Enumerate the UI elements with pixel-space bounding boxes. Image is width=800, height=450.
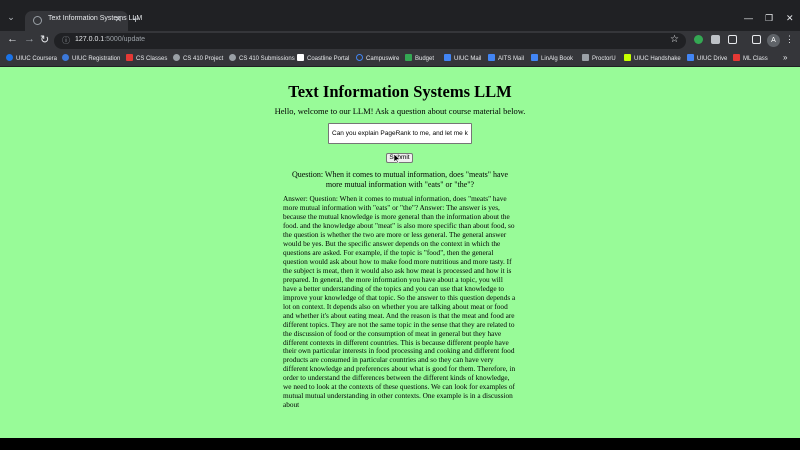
url-path: :5000/update xyxy=(104,36,146,43)
bookmark-label: UIUC Mail xyxy=(454,56,482,62)
close-icon[interactable]: ✕ xyxy=(114,14,122,25)
forward-arrow-icon[interactable]: → xyxy=(24,33,35,45)
bookmark-icon xyxy=(6,54,13,61)
bookmark-proctoru[interactable]: ProctorU xyxy=(582,54,616,62)
bookmark-aits-mail[interactable]: AITS Mail xyxy=(488,54,524,62)
address-bar[interactable]: ⓘ 127.0.0.1:5000/update ☆ xyxy=(54,33,686,49)
bookmark-icon xyxy=(582,54,589,61)
window-close-icon[interactable]: ✕ xyxy=(786,13,794,24)
bookmark-icon xyxy=(126,54,133,61)
bookmark-icon xyxy=(405,54,412,61)
bookmark-icon xyxy=(173,54,180,61)
bookmark-label: ML Class xyxy=(743,56,768,62)
extension-green-icon[interactable] xyxy=(694,35,703,44)
minimize-icon[interactable]: — xyxy=(744,13,753,23)
bookmark-coastline-portal[interactable]: Coastline Portal xyxy=(297,54,349,62)
site-info-icon[interactable]: ⓘ xyxy=(62,35,70,46)
tab-search-chevron-icon[interactable]: ⌄ xyxy=(4,10,18,24)
bookmark-uiuc-drive[interactable]: UIUC Drive xyxy=(687,54,727,62)
bookmark-label: UIUC Handshake xyxy=(634,56,681,62)
bookmark-label: CS Classes xyxy=(136,56,168,62)
bookmark-icon xyxy=(62,54,69,61)
globe-icon xyxy=(33,16,42,25)
bookmarks-bar: UIUC Coursera UIUC Registration CS Class… xyxy=(0,51,800,67)
bookmark-ml-class[interactable]: ML Class xyxy=(733,54,768,62)
back-arrow-icon[interactable]: ← xyxy=(7,33,18,45)
tab-strip: ⌄ Text Information Systems LLM ✕ + — ❐ ✕ xyxy=(0,0,800,31)
bookmark-label: ProctorU xyxy=(592,56,616,62)
question-text: Question: When it comes to mutual inform… xyxy=(291,170,509,189)
tab-title: Text Information Systems LLM xyxy=(48,15,143,22)
url-host: 127.0.0.1 xyxy=(75,36,105,43)
bookmark-icon xyxy=(624,54,631,61)
bookmark-icon xyxy=(531,54,538,61)
page-content: Text Information Systems LLM Hello, welc… xyxy=(0,67,800,438)
restore-icon[interactable]: ❐ xyxy=(765,13,773,24)
bookmark-cs-410-project[interactable]: CS 410 Project xyxy=(173,54,223,62)
side-panel-icon[interactable] xyxy=(752,35,761,44)
bookmark-label: UIUC Registration xyxy=(72,56,121,62)
bookmark-uiuc-registration[interactable]: UIUC Registration xyxy=(62,54,120,62)
bookmark-icon xyxy=(488,54,495,61)
bookmark-cs-classes[interactable]: CS Classes xyxy=(126,54,167,62)
answer-text: Answer: Question: When it comes to mutua… xyxy=(283,194,516,410)
extensions-puzzle-icon[interactable] xyxy=(728,35,737,44)
bookmark-icon xyxy=(444,54,451,61)
bookmarks-overflow-icon[interactable]: » xyxy=(783,53,787,62)
bookmark-label: UIUC Coursera xyxy=(16,56,58,62)
bookmark-label: CS 410 Project xyxy=(183,56,224,62)
new-tab-plus-icon[interactable]: + xyxy=(132,12,139,26)
bookmark-label: Campuswire xyxy=(366,56,400,62)
bookmark-uiuc-coursera[interactable]: UIUC Coursera xyxy=(6,54,57,62)
question-input[interactable] xyxy=(328,123,472,144)
bookmark-uiuc-handshake[interactable]: UIUC Handshake xyxy=(624,54,681,62)
bottom-bar xyxy=(0,438,800,450)
bookmark-label: CS 410 Submissions xyxy=(239,56,295,62)
bookmark-uiuc-mail[interactable]: UIUC Mail xyxy=(444,54,481,62)
browser-toolbar: ← → ↻ ⓘ 127.0.0.1:5000/update ☆ A ⋮ xyxy=(0,31,800,51)
extension-grey-icon[interactable] xyxy=(711,35,720,44)
bookmark-label: Budget xyxy=(415,56,435,62)
tab-active[interactable]: Text Information Systems LLM ✕ xyxy=(25,11,142,31)
url-text[interactable]: 127.0.0.1:5000/update xyxy=(75,36,145,43)
mouse-cursor-icon xyxy=(394,154,400,163)
bookmark-icon xyxy=(733,54,740,61)
bookmark-icon xyxy=(297,54,304,61)
bookmark-campuswire[interactable]: Campuswire xyxy=(356,54,399,62)
bookmark-linalg-book[interactable]: LinAlg Book xyxy=(531,54,573,62)
bookmark-label: AITS Mail xyxy=(498,56,525,62)
bookmark-icon xyxy=(687,54,694,61)
bookmark-star-icon[interactable]: ☆ xyxy=(670,34,679,45)
reload-icon[interactable]: ↻ xyxy=(40,33,49,46)
bookmark-cs-410-submissions[interactable]: CS 410 Submissions xyxy=(229,54,295,62)
bookmark-budget[interactable]: Budget xyxy=(405,54,434,62)
bookmark-label: Coastline Portal xyxy=(307,56,350,62)
bookmark-icon xyxy=(229,54,236,61)
menu-dots-icon[interactable]: ⋮ xyxy=(785,34,794,45)
bookmark-label: UIUC Drive xyxy=(697,56,728,62)
welcome-text: Hello, welcome to our LLM! Ask a questio… xyxy=(274,106,526,116)
bookmark-label: LinAlg Book xyxy=(541,56,574,62)
bookmark-icon xyxy=(356,54,363,61)
page-title: Text Information Systems LLM xyxy=(288,82,512,101)
profile-avatar[interactable]: A xyxy=(767,34,780,47)
